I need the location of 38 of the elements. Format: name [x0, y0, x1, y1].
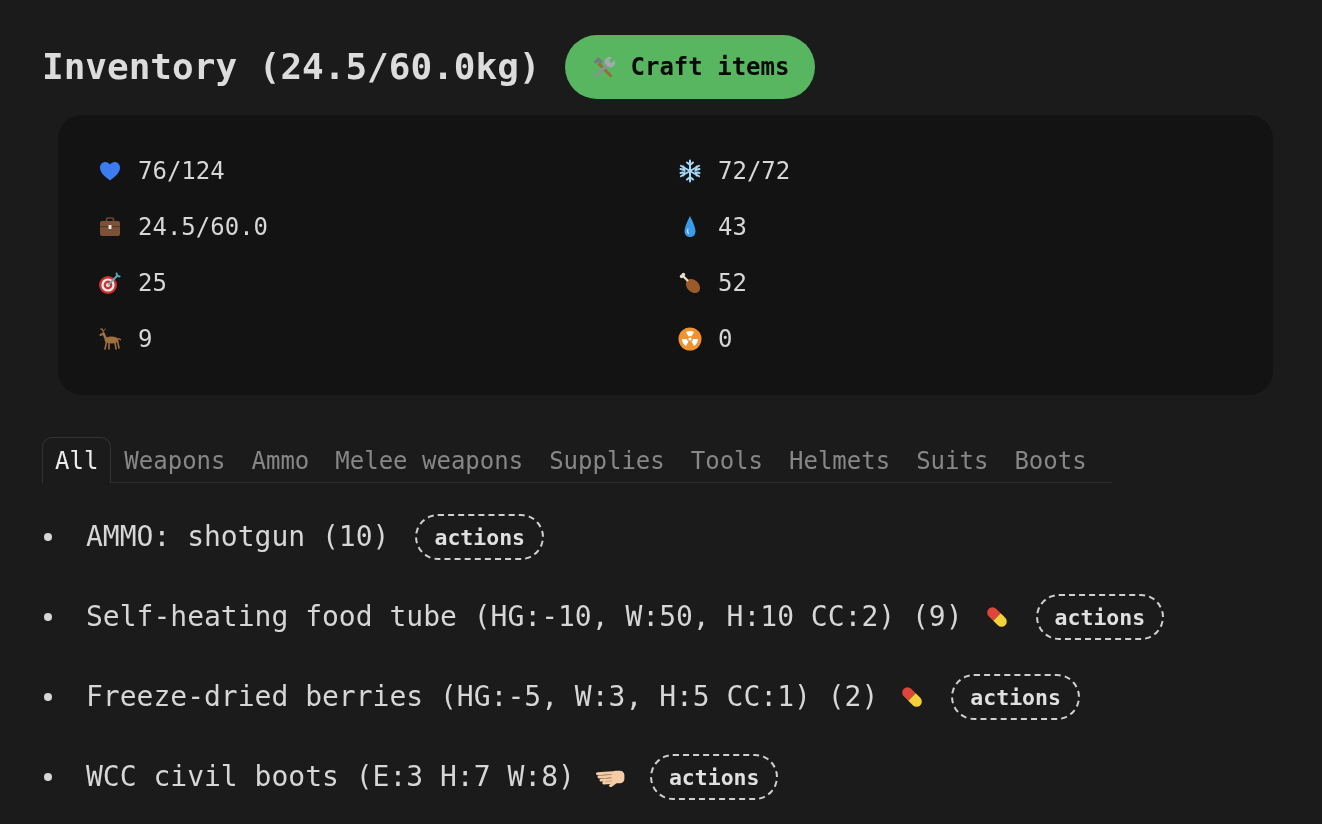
actions-button[interactable]: actions — [1035, 594, 1165, 640]
craft-button[interactable]: Craft items — [564, 35, 816, 99]
item-label: Self-heating food tube (HG:-10, W:50, H:10 CC:2) (9) — [86, 599, 963, 635]
stat-value: 24.5/60.0 — [138, 212, 269, 243]
bullet-icon — [44, 533, 52, 541]
stat-value: 52 — [718, 268, 747, 299]
tab[interactable]: Suits — [903, 437, 1002, 483]
briefcase-icon — [98, 215, 122, 239]
tab[interactable]: Tools — [677, 437, 776, 483]
tab[interactable]: Ammo — [238, 437, 323, 483]
deer-icon — [98, 327, 122, 351]
stat-value: 0 — [718, 324, 733, 355]
bullet-icon — [44, 693, 52, 701]
item-label: Freeze-dried berries (HG:-5, W:3, H:5 CC:1) (2) — [86, 679, 879, 715]
stat-value: 72/72 — [718, 156, 791, 187]
bullet-icon — [44, 613, 52, 621]
tab[interactable]: Melee weapons — [322, 437, 537, 483]
item-label: WCC civil boots (E:3 H:7 W:8) — [86, 759, 575, 795]
radiation-icon — [678, 327, 702, 351]
actions-button[interactable]: actions — [951, 674, 1080, 720]
snowflake-icon — [678, 159, 702, 183]
actions-button[interactable]: actions — [415, 514, 545, 560]
target-icon — [98, 271, 122, 295]
stat-value: 9 — [138, 324, 153, 355]
drumstick-icon — [678, 271, 702, 295]
heart-icon — [98, 159, 122, 183]
tab[interactable]: Boots — [1001, 437, 1100, 483]
stat-value: 76/124 — [138, 156, 225, 187]
tab[interactable]: Supplies — [536, 437, 678, 483]
item-label: AMMO: shotgun (10) — [86, 519, 390, 555]
stat-value: 25 — [138, 268, 167, 299]
stat-value: 43 — [718, 212, 747, 243]
actions-button[interactable]: actions — [649, 754, 779, 800]
bullet-icon — [44, 773, 52, 781]
page-title: Inventory (24.5/60.0kg) — [42, 45, 541, 89]
tab[interactable]: Weapons — [111, 437, 239, 483]
tab[interactable]: Helmets — [776, 437, 904, 483]
tab[interactable]: All — [42, 437, 112, 483]
